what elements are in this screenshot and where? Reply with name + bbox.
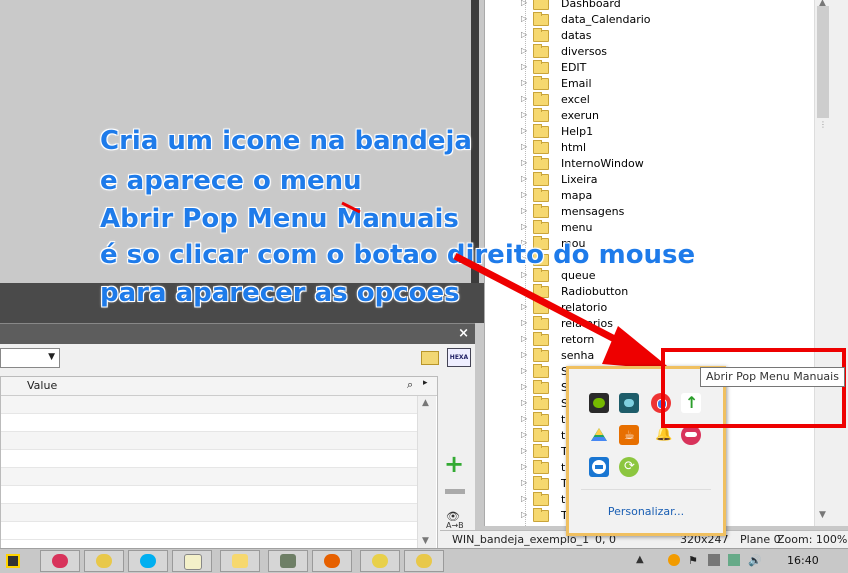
java-icon[interactable]: ☕: [619, 425, 639, 445]
winrar-icon: [372, 554, 388, 568]
flag-icon[interactable]: ⚑: [688, 554, 700, 567]
taskbar-notepad[interactable]: [172, 550, 212, 572]
tray-app-icon[interactable]: [668, 554, 680, 566]
taskbar-vmware[interactable]: [268, 550, 308, 572]
customize-link[interactable]: Personalizar...: [569, 505, 723, 518]
windev-icon: [96, 554, 112, 568]
teamviewer-icon[interactable]: [589, 457, 609, 477]
taskbar-winrar[interactable]: [360, 550, 400, 572]
google-drive-icon[interactable]: [589, 425, 609, 445]
skype-icon: [140, 554, 156, 568]
start-button[interactable]: [0, 550, 28, 572]
clock[interactable]: 16:40: [787, 554, 819, 567]
volume-icon[interactable]: 🔊: [748, 554, 762, 567]
battery-icon[interactable]: [728, 554, 740, 566]
taskbar-lips-app[interactable]: [40, 550, 80, 572]
sync-icon[interactable]: ⟳: [619, 457, 639, 477]
taskbar: ▲ ⚑ 🔊 16:40: [0, 548, 848, 573]
file-explorer-icon: [232, 554, 248, 568]
annotation-highlight-box: [661, 348, 846, 428]
lips-app-icon: [52, 554, 68, 568]
notification-bell-icon[interactable]: 🔔: [651, 425, 672, 445]
vmware-icon: [280, 554, 296, 568]
display-icon[interactable]: [619, 393, 639, 413]
taskbar-windev[interactable]: [84, 550, 124, 572]
popup-divider: [581, 489, 711, 490]
windev-wx-icon: [416, 554, 432, 568]
network-icon[interactable]: [708, 554, 720, 566]
start-icon: [6, 554, 20, 568]
nvidia-icon[interactable]: [589, 393, 609, 413]
firefox-icon: [324, 554, 340, 568]
taskbar-skype[interactable]: [128, 550, 168, 572]
windev-lips-icon[interactable]: [681, 425, 701, 445]
taskbar-firefox[interactable]: [312, 550, 352, 572]
notepad-icon: [184, 554, 202, 570]
taskbar-windev-wx[interactable]: [404, 550, 444, 572]
tray-expand-icon[interactable]: ▲: [636, 554, 648, 566]
tray-tooltip: Abrir Pop Menu Manuais: [700, 367, 845, 387]
taskbar-explorer[interactable]: [220, 550, 260, 572]
